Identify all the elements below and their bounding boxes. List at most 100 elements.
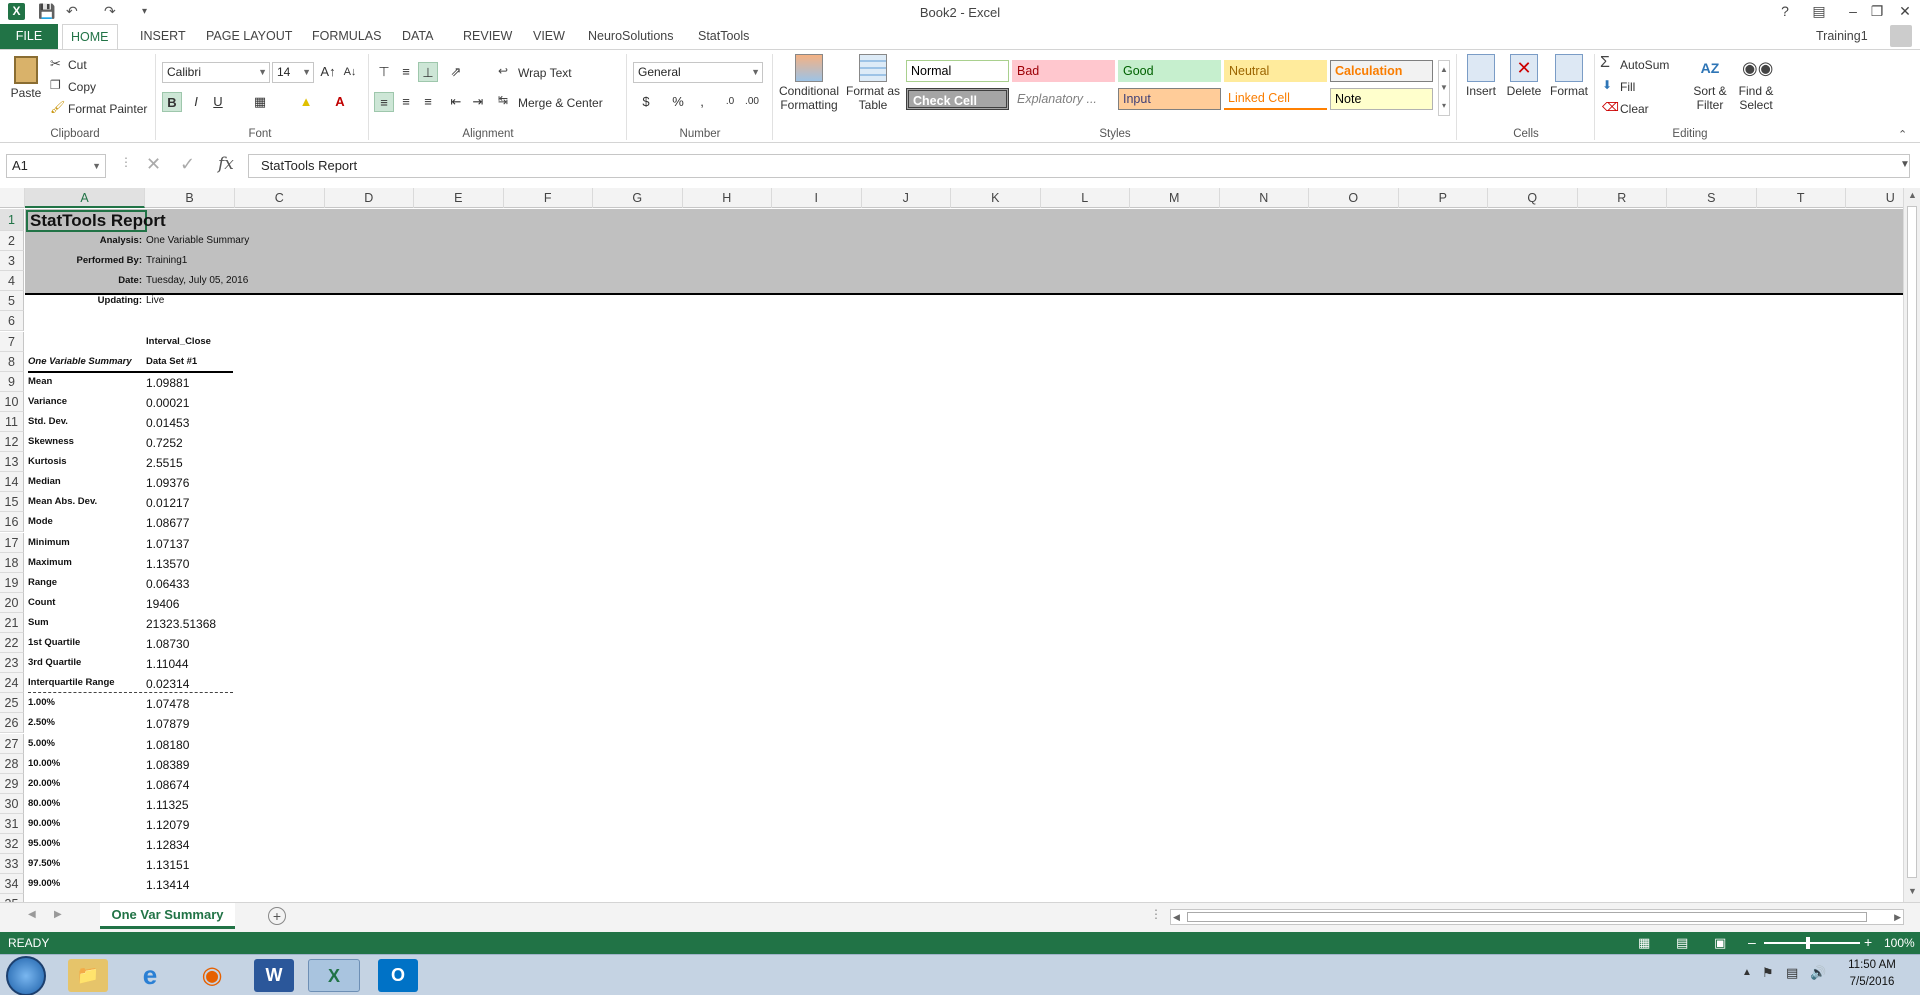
align-top-icon[interactable]: ⊤ xyxy=(374,62,394,82)
stat-value[interactable]: 1.12079 xyxy=(146,818,189,832)
increase-font-icon[interactable]: A↑ xyxy=(318,62,338,82)
row-header-17[interactable]: 17 xyxy=(0,532,24,553)
scroll-right-icon[interactable]: ▶ xyxy=(1894,910,1901,924)
stat-label[interactable]: Range xyxy=(28,577,57,588)
report-title[interactable]: StatTools Report xyxy=(26,210,166,232)
stat-value[interactable]: 19406 xyxy=(146,597,179,611)
network-icon[interactable]: ▤ xyxy=(1786,965,1798,981)
zoom-in-icon[interactable]: + xyxy=(1864,934,1872,950)
ribbon-display-icon[interactable]: ▤ xyxy=(1804,3,1834,20)
stat-label[interactable]: Minimum xyxy=(28,537,70,548)
currency-icon[interactable]: $ xyxy=(636,92,656,112)
row-header-15[interactable]: 15 xyxy=(0,492,24,513)
zoom-level[interactable]: 100% xyxy=(1884,936,1915,950)
stat-value[interactable]: 0.01217 xyxy=(146,496,189,510)
stat-label[interactable]: Kurtosis xyxy=(28,456,67,467)
row-header-33[interactable]: 33 xyxy=(0,854,24,875)
variable-name[interactable]: Interval_Close xyxy=(146,336,211,347)
align-bottom-icon[interactable]: ⊥ xyxy=(418,62,438,82)
stat-value[interactable]: 1.13414 xyxy=(146,878,189,892)
row-header-28[interactable]: 28 xyxy=(0,753,24,774)
column-header-a[interactable]: A xyxy=(25,188,145,208)
vertical-scrollbar[interactable]: ▲ ▼ xyxy=(1903,188,1920,902)
tab-data[interactable]: DATA xyxy=(394,24,441,49)
row-header-20[interactable]: 20 xyxy=(0,592,24,613)
row-header-34[interactable]: 34 xyxy=(0,874,24,895)
insert-function-icon[interactable]: fx xyxy=(218,154,234,174)
stat-value[interactable]: 1.08180 xyxy=(146,738,189,752)
row-header-26[interactable]: 26 xyxy=(0,713,24,734)
tab-split-icon[interactable]: ⋮ xyxy=(1150,907,1162,921)
prev-sheet-icon[interactable]: ◀ xyxy=(28,909,36,920)
align-left-icon[interactable]: ≡ xyxy=(374,92,394,112)
close-icon[interactable]: ✕ xyxy=(1890,3,1920,20)
wrap-text-button[interactable]: Wrap Text xyxy=(518,66,572,80)
stat-label[interactable]: 90.00% xyxy=(28,818,60,829)
italic-button[interactable]: I xyxy=(186,92,206,112)
column-header-n[interactable]: N xyxy=(1220,188,1309,208)
row-header-8[interactable]: 8 xyxy=(0,351,24,372)
cut-button[interactable]: Cut xyxy=(68,58,87,72)
cell-style-neutral[interactable]: Neutral xyxy=(1224,60,1327,82)
column-header-c[interactable]: C xyxy=(235,188,325,208)
cell-style-explanatory[interactable]: Explanatory ... xyxy=(1012,88,1115,110)
clock-time[interactable]: 11:50 AM xyxy=(1838,959,1906,971)
cell-style-normal[interactable]: Normal xyxy=(906,60,1009,82)
cell-style-bad[interactable]: Bad xyxy=(1012,60,1115,82)
row-header-27[interactable]: 27 xyxy=(0,733,24,754)
column-header-d[interactable]: D xyxy=(325,188,414,208)
border-icon[interactable]: ▦ xyxy=(250,92,270,112)
stat-value[interactable]: 1.08674 xyxy=(146,778,189,792)
avatar[interactable] xyxy=(1890,25,1912,47)
stat-label[interactable]: Mean xyxy=(28,376,52,387)
column-header-r[interactable]: R xyxy=(1578,188,1667,208)
stat-label[interactable]: Interquartile Range xyxy=(28,677,115,688)
stat-value[interactable]: 1.07137 xyxy=(146,537,189,551)
row-header-9[interactable]: 9 xyxy=(0,371,24,392)
comma-icon[interactable]: , xyxy=(692,92,712,112)
column-header-o[interactable]: O xyxy=(1309,188,1399,208)
stat-label[interactable]: 1.00% xyxy=(28,697,55,708)
bold-button[interactable]: B xyxy=(162,92,182,112)
meta-value[interactable]: One Variable Summary xyxy=(146,235,249,246)
sheet-tab-one-var-summary[interactable]: One Var Summary xyxy=(100,903,235,929)
stat-label[interactable]: Variance xyxy=(28,396,67,407)
column-header-q[interactable]: Q xyxy=(1488,188,1578,208)
stat-value[interactable]: 0.7252 xyxy=(146,436,183,450)
h-scroll-thumb[interactable] xyxy=(1187,912,1867,922)
stat-label[interactable]: Mode xyxy=(28,516,53,527)
row-header-7[interactable]: 7 xyxy=(0,331,24,352)
row-header-30[interactable]: 30 xyxy=(0,793,24,814)
tab-stattools[interactable]: StatTools xyxy=(690,24,757,49)
row-header-24[interactable]: 24 xyxy=(0,673,24,694)
delete-cells-button[interactable]: ✕ Delete xyxy=(1504,54,1544,98)
column-header-h[interactable]: H xyxy=(683,188,772,208)
start-button-icon[interactable] xyxy=(6,956,46,995)
internet-explorer-icon[interactable]: e xyxy=(130,959,170,992)
meta-value[interactable]: Training1 xyxy=(146,255,187,266)
page-break-view-icon[interactable]: ▣ xyxy=(1714,935,1726,951)
autosum-button[interactable]: AutoSum xyxy=(1620,58,1669,72)
orientation-icon[interactable]: ⇗ xyxy=(446,62,466,82)
row-header-21[interactable]: 21 xyxy=(0,612,24,633)
cell-style-calculation[interactable]: Calculation xyxy=(1330,60,1433,82)
row-header-35[interactable]: 35 xyxy=(0,894,24,902)
decrease-indent-icon[interactable]: ⇤ xyxy=(446,92,466,112)
file-explorer-icon[interactable]: 📁 xyxy=(68,959,108,992)
volume-icon[interactable]: 🔊 xyxy=(1810,965,1826,981)
stat-label[interactable]: 99.00% xyxy=(28,878,60,889)
stat-value[interactable]: 1.11044 xyxy=(146,657,189,671)
stat-label[interactable]: 5.00% xyxy=(28,738,55,749)
stat-label[interactable]: 20.00% xyxy=(28,778,60,789)
stat-label[interactable]: Std. Dev. xyxy=(28,416,68,427)
summary-label[interactable]: One Variable Summary xyxy=(28,356,132,367)
stat-value[interactable]: 1.13570 xyxy=(146,557,189,571)
next-sheet-icon[interactable]: ▶ xyxy=(54,909,62,920)
horizontal-scrollbar[interactable]: ◀ ▶ xyxy=(1170,909,1904,925)
font-name-box[interactable]: Calibri ▼ xyxy=(162,62,270,83)
align-middle-icon[interactable]: ≡ xyxy=(396,62,416,82)
stat-label[interactable]: 2.50% xyxy=(28,717,55,728)
tab-file[interactable]: FILE xyxy=(0,24,58,49)
stat-value[interactable]: 1.08677 xyxy=(146,516,189,530)
row-header-23[interactable]: 23 xyxy=(0,653,24,674)
